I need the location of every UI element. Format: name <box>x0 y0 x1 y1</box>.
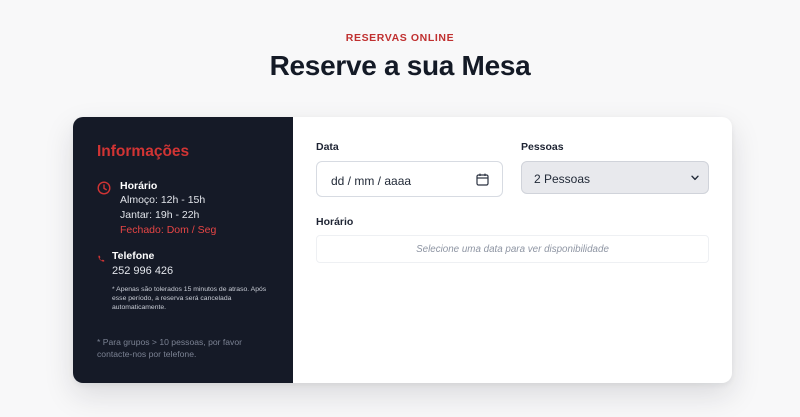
hours-info: Horário Almoço: 12h - 15h Jantar: 19h - … <box>120 179 216 238</box>
time-slots-placeholder: Selecione uma data para ver disponibilid… <box>416 244 609 255</box>
dinner-hours: Jantar: 19h - 22h <box>120 209 200 221</box>
phone-label: Telefone <box>112 250 155 262</box>
reservation-card: Informações Horário Almoço: 12h - 15h Ja… <box>73 117 732 383</box>
people-label: Pessoas <box>521 141 564 153</box>
info-panel: Informações Horário Almoço: 12h - 15h Ja… <box>73 117 293 383</box>
lunch-hours: Almoço: 12h - 15h <box>120 194 206 206</box>
time-slots-area: Selecione uma data para ver disponibilid… <box>316 235 709 263</box>
hours-label: Horário <box>120 180 158 192</box>
late-policy-note: * Apenas são tolerados 15 minutos de atr… <box>112 286 267 311</box>
info-title: Informações <box>97 143 190 160</box>
reservation-form: Data dd / mm / aaaa Pessoas 2 Pessoas Ho… <box>293 117 732 383</box>
people-selected-value: 2 Pessoas <box>534 172 591 186</box>
group-note: * Para grupos > 10 pessoas, por favor co… <box>97 337 242 359</box>
calendar-icon[interactable] <box>476 173 489 186</box>
phone-info: Telefone 252 996 426 * Apenas são tolera… <box>112 249 278 312</box>
page-title: Reserve a sua Mesa <box>269 50 531 81</box>
closed-days: Fechado: Dom / Seg <box>120 224 217 236</box>
clock-icon <box>97 181 111 195</box>
phone-icon <box>98 255 105 262</box>
phone-number[interactable]: 252 996 426 <box>112 263 278 279</box>
date-label: Data <box>316 141 339 153</box>
time-label: Horário <box>316 216 354 228</box>
section-eyebrow: RESERVAS ONLINE <box>345 32 455 44</box>
reservation-page: RESERVAS ONLINE Reserve a sua Mesa Infor… <box>0 0 800 417</box>
chevron-down-icon <box>691 175 699 181</box>
date-placeholder: dd / mm / aaaa <box>331 174 412 188</box>
date-field[interactable]: dd / mm / aaaa <box>316 161 503 197</box>
people-select[interactable]: 2 Pessoas <box>521 161 709 194</box>
